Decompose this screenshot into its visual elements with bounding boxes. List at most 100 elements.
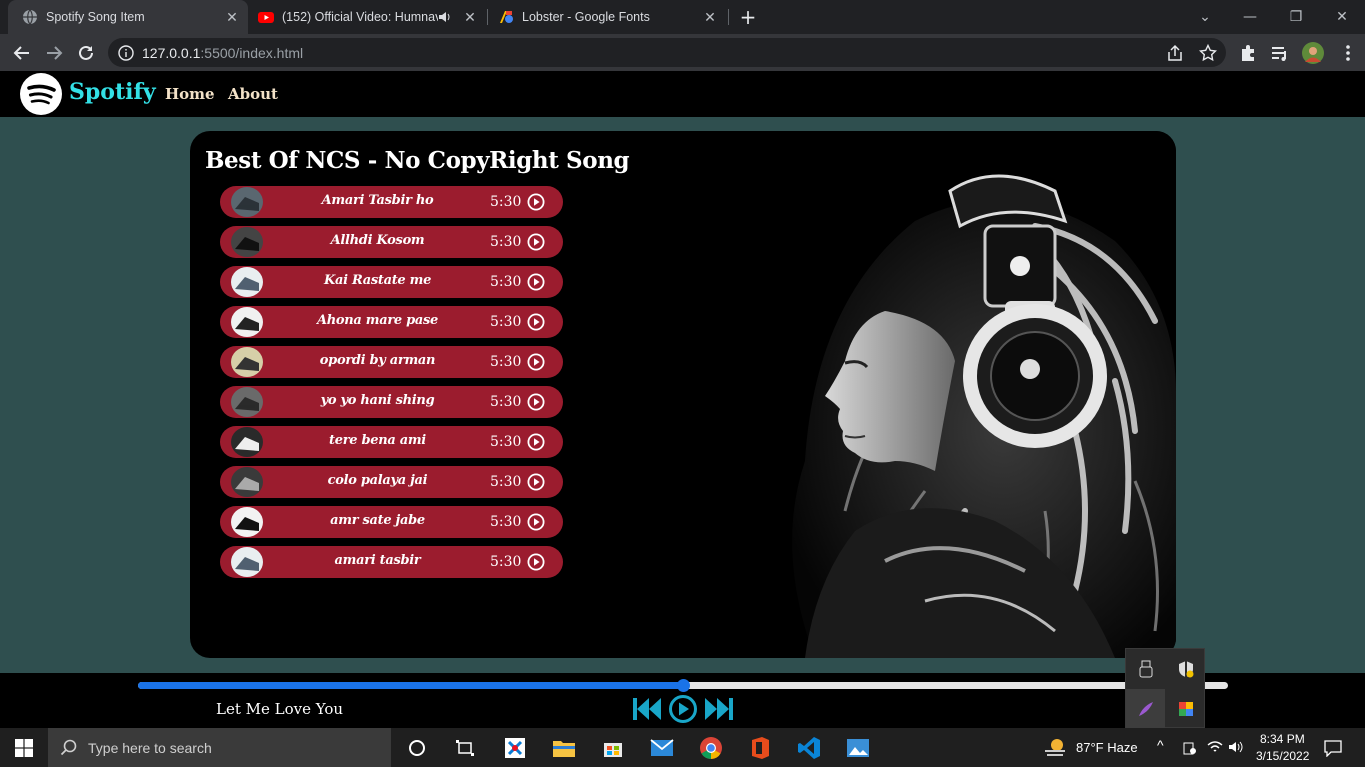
progress-fill [138, 682, 683, 689]
song-duration: 5:30 [490, 434, 522, 450]
windows-icon [15, 738, 33, 757]
song-title: Kai Rastate me [323, 273, 432, 288]
play-circle-icon[interactable] [527, 353, 545, 371]
site-brand[interactable]: Spotify [69, 79, 156, 105]
browser-tab-google-fonts[interactable]: Lobster - Google Fonts ✕ [490, 0, 726, 34]
play-circle-icon[interactable] [527, 513, 545, 531]
song-duration: 5:30 [490, 354, 522, 370]
weather-text[interactable]: 87°F Haze [1076, 740, 1138, 755]
play-circle-icon[interactable] [527, 193, 545, 211]
play-circle-icon[interactable] [527, 273, 545, 291]
song-title: amari tasbir [334, 553, 421, 568]
office-icon[interactable] [735, 728, 784, 767]
feather-icon[interactable] [1126, 689, 1165, 728]
spotify-logo-icon[interactable] [20, 73, 62, 115]
song-thumbnail [231, 427, 263, 457]
next-icon[interactable] [704, 695, 734, 723]
media-queue-icon[interactable] [1270, 43, 1290, 63]
song-thumbnail [231, 547, 263, 577]
clock-date[interactable]: 3/15/2022 [1256, 749, 1309, 763]
play-circle-icon[interactable] [527, 233, 545, 251]
song-item[interactable]: Kai Rastate me 5:30 [220, 266, 563, 298]
extensions-icon[interactable] [1238, 43, 1258, 63]
forward-button[interactable] [41, 40, 67, 66]
play-circle-icon[interactable] [527, 553, 545, 571]
song-title: tere bena ami [329, 433, 426, 448]
browser-tab-youtube[interactable]: (152) Official Video: Humnava ✕ [250, 0, 486, 34]
progress-track[interactable] [138, 679, 1228, 692]
song-item[interactable]: yo yo hani shing 5:30 [220, 386, 563, 418]
previous-icon[interactable] [632, 695, 662, 723]
photos-icon[interactable] [833, 728, 882, 767]
url-host: 127.0.0.1 [142, 44, 201, 61]
new-tab-button[interactable]: + [737, 5, 759, 29]
close-window-button[interactable]: ✕ [1319, 0, 1365, 34]
task-view-icon[interactable] [440, 728, 489, 767]
url-path: :5500/index.html [200, 44, 304, 61]
wifi-icon[interactable] [1207, 740, 1223, 754]
progress-handle[interactable] [677, 679, 690, 692]
clock-time[interactable]: 8:34 PM [1260, 732, 1305, 746]
song-item[interactable]: opordi by arman 5:30 [220, 346, 563, 378]
song-thumbnail [231, 507, 263, 537]
song-item[interactable]: Allhdi Kosom 5:30 [220, 226, 563, 258]
more-options-icon[interactable] [1338, 43, 1358, 63]
snip-tool-icon[interactable] [490, 728, 539, 767]
arrow-left-icon [13, 46, 29, 60]
cortana-icon[interactable] [392, 728, 441, 767]
play-circle-icon[interactable] [527, 313, 545, 331]
tray-chevron-icon[interactable]: ^ [1157, 737, 1164, 753]
nav-link-home[interactable]: Home [165, 85, 215, 103]
vscode-icon[interactable] [784, 728, 833, 767]
search-icon [60, 739, 77, 755]
tab-close-icon[interactable]: ✕ [702, 9, 718, 25]
restore-button[interactable]: ❐ [1273, 0, 1319, 34]
file-explorer-icon[interactable] [539, 728, 588, 767]
profile-avatar[interactable] [1302, 42, 1324, 64]
play-circle-icon[interactable] [527, 473, 545, 491]
microsoft-store-icon[interactable] [588, 728, 637, 767]
defender-shield-icon[interactable] [1166, 649, 1205, 688]
song-item[interactable]: Amari Tasbir ho 5:30 [220, 186, 563, 218]
address-bar[interactable]: 127.0.0.1:5500/index.html [108, 38, 1226, 67]
back-button[interactable] [9, 40, 35, 66]
minimize-button[interactable]: — [1227, 0, 1273, 34]
song-item[interactable]: colo palaya jai 5:30 [220, 466, 563, 498]
usb-icon[interactable] [1126, 649, 1165, 688]
tab-close-icon[interactable]: ✕ [462, 9, 478, 25]
song-item[interactable]: Ahona mare pase 5:30 [220, 306, 563, 338]
weather-haze-icon[interactable] [1043, 737, 1067, 757]
bookmark-star-icon[interactable] [1199, 44, 1217, 62]
nav-link-about[interactable]: About [228, 85, 278, 103]
reload-button[interactable] [73, 40, 99, 66]
browser-tab-spotify[interactable]: Spotify Song Item ✕ [8, 0, 248, 34]
tab-close-icon[interactable]: ✕ [224, 9, 240, 25]
song-item[interactable]: amari tasbir 5:30 [220, 546, 563, 578]
youtube-icon [258, 12, 274, 23]
arrow-right-icon [47, 46, 63, 60]
start-button[interactable] [0, 728, 48, 767]
site-navbar: Spotify Home About [0, 71, 1365, 117]
battery-meter-icon[interactable] [1182, 740, 1196, 756]
notification-icon[interactable] [1324, 739, 1342, 757]
info-icon[interactable] [118, 44, 134, 61]
share-icon[interactable] [1166, 44, 1184, 62]
reload-icon [79, 45, 93, 60]
speaker-icon[interactable] [438, 10, 452, 24]
volume-icon[interactable] [1228, 740, 1244, 754]
play-circle-icon[interactable] [527, 393, 545, 411]
song-item[interactable]: amr sate jabe 5:30 [220, 506, 563, 538]
mail-icon[interactable] [637, 728, 686, 767]
play-circle-icon[interactable] [527, 433, 545, 451]
tab-title: Lobster - Google Fonts [522, 10, 650, 24]
tab-search-chevron-icon[interactable]: ⌄ [1182, 0, 1228, 34]
search-placeholder: Type here to search [88, 739, 212, 756]
song-duration: 5:30 [490, 514, 522, 530]
play-icon[interactable] [668, 695, 698, 723]
taskbar-search[interactable]: Type here to search [48, 728, 391, 767]
color-app-icon[interactable] [1166, 689, 1205, 728]
tab-divider [728, 9, 729, 25]
song-thumbnail [231, 467, 263, 497]
song-item[interactable]: tere bena ami 5:30 [220, 426, 563, 458]
chrome-icon[interactable] [686, 728, 735, 767]
